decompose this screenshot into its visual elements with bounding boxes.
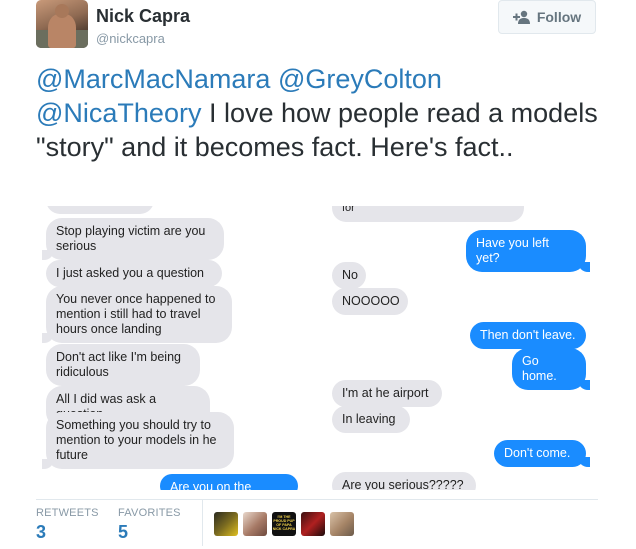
message-left: I just asked you a question — [46, 260, 222, 287]
favoriter-avatar[interactable]: I'M THE PROUD PUP OF PAPA NICK CAPRA — [272, 512, 296, 536]
message-right-gray: No — [332, 262, 366, 289]
favoriter-avatar[interactable] — [330, 512, 354, 536]
favorites-label[interactable]: FAVORITES — [118, 507, 181, 519]
mention-link[interactable]: @GreyColton — [278, 64, 442, 94]
message-left: You never once happened to mention i sti… — [42, 286, 232, 343]
attached-screenshot[interactable]: for Stop playing victim are you serious … — [36, 206, 600, 490]
favoriter-avatar[interactable] — [301, 512, 325, 536]
favoriter-avatar[interactable] — [214, 512, 238, 536]
add-user-icon — [512, 10, 531, 24]
user-name[interactable]: Nick Capra — [96, 6, 190, 27]
retweets-label[interactable]: RETWEETS — [36, 507, 99, 519]
message-right-gray: I'm at he airport — [332, 380, 442, 407]
user-handle[interactable]: @nickcapra — [96, 31, 165, 46]
divider — [36, 499, 598, 500]
retweets-count[interactable]: 3 — [36, 522, 46, 543]
favoriter-avatar[interactable] — [243, 512, 267, 536]
message-right-blue: Have you left yet? — [466, 230, 590, 272]
stats-divider — [202, 500, 203, 546]
message-partial-right: for — [332, 206, 524, 222]
message-right-gray: NOOOOO — [332, 288, 408, 315]
message-right-blue: Then don't leave. — [470, 322, 586, 349]
message-partial-left — [46, 206, 154, 214]
avatar-head — [55, 4, 69, 18]
favorites-count[interactable]: 5 — [118, 522, 128, 543]
message-right-blue: Go home. — [512, 348, 590, 390]
message-partial-blue: Are you on the plane? — [160, 474, 298, 490]
message-right-blue: Don't come. — [494, 440, 590, 467]
favoriter-avatar-text: I'M THE PROUD PUP OF PAPA NICK CAPRA — [272, 515, 296, 531]
mention-link[interactable]: @NicaTheory — [36, 98, 201, 128]
follow-button-label: Follow — [536, 9, 582, 25]
tweet-text: @MarcMacNamara @GreyColton @NicaTheory I… — [36, 62, 606, 164]
follow-button[interactable]: Follow — [498, 0, 596, 34]
avatar[interactable] — [36, 0, 88, 48]
message-left: Stop playing victim are you serious — [42, 218, 224, 260]
message-left: Don't act like I'm being ridiculous — [46, 344, 200, 386]
mention-link[interactable]: @MarcMacNamara — [36, 64, 270, 94]
message-right-gray: Are you serious????? — [332, 472, 476, 490]
avatar-torso — [48, 14, 76, 48]
message-right-gray: In leaving — [332, 406, 410, 433]
message-left: Something you should try to mention to y… — [42, 412, 234, 469]
